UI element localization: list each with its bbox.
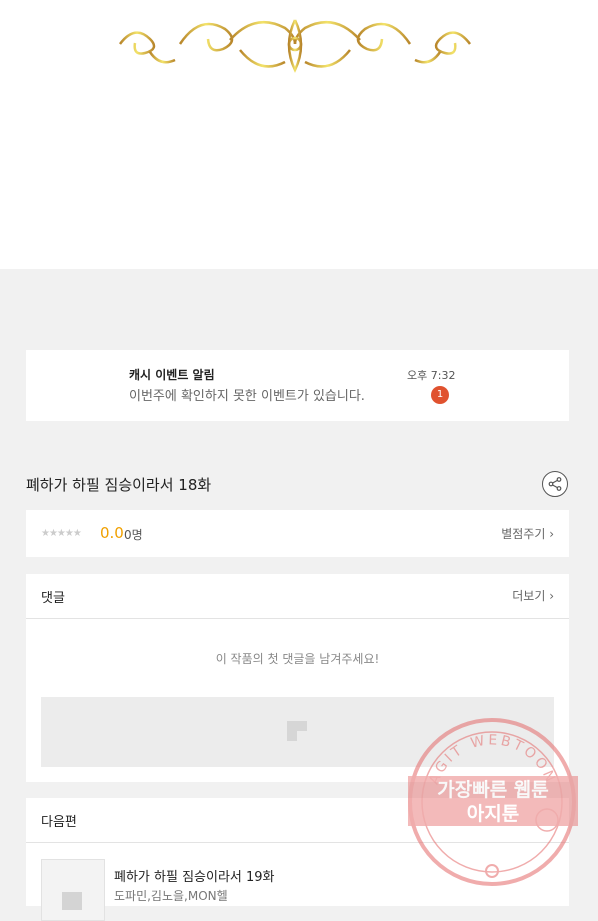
comments-header: 댓글 더보기 › bbox=[26, 574, 569, 619]
cash-event-notification[interactable]: 캐시 이벤트 알림 이번주에 확인하지 못한 이벤트가 있습니다. 오후 7:3… bbox=[26, 350, 569, 421]
next-episode-label: 다음편 bbox=[41, 815, 77, 830]
next-episode-thumbnail[interactable] bbox=[41, 859, 105, 921]
agit-webtoon-watermark: AGIT WEBTOON 가장빠른 웹툰 아지툰 bbox=[408, 718, 578, 886]
notification-time: 오후 7:32 bbox=[407, 369, 456, 382]
rating-bar: ★★★★★ 0.0 0명 별점주기 › bbox=[26, 510, 569, 557]
rating-stars: ★★★★★ bbox=[41, 528, 82, 539]
watermark-line1: 가장빠른 웹툰 bbox=[437, 779, 549, 801]
share-button[interactable] bbox=[542, 471, 568, 497]
thumbnail-placeholder-icon bbox=[62, 892, 82, 910]
notification-message: 이번주에 확인하지 못한 이벤트가 있습니다. bbox=[129, 389, 365, 404]
comments-more-link[interactable]: 더보기 › bbox=[512, 587, 554, 604]
notification-title: 캐시 이벤트 알림 bbox=[129, 368, 215, 382]
comments-title: 댓글 bbox=[41, 591, 65, 606]
notification-count-badge: 1 bbox=[431, 386, 449, 404]
episode-image-area bbox=[0, 0, 598, 269]
rate-button[interactable]: 별점주기 › bbox=[501, 525, 554, 542]
rating-votes: 0명 bbox=[124, 528, 143, 542]
comments-empty-message: 이 작품의 첫 댓글을 남겨주세요! bbox=[215, 652, 380, 666]
gold-ornament-divider bbox=[34, 19, 556, 73]
next-episode-authors: 도파민,김노을,MON헬 bbox=[114, 889, 228, 903]
rating-score: 0.0 bbox=[100, 524, 124, 542]
placeholder-image-icon bbox=[287, 721, 307, 741]
watermark-line2: 아지툰 bbox=[467, 803, 519, 825]
next-episode-title[interactable]: 폐하가 하필 짐승이라서 19화 bbox=[114, 866, 275, 885]
episode-title: 폐하가 하필 짐승이라서 18화 bbox=[26, 476, 212, 494]
share-icon bbox=[548, 477, 562, 491]
